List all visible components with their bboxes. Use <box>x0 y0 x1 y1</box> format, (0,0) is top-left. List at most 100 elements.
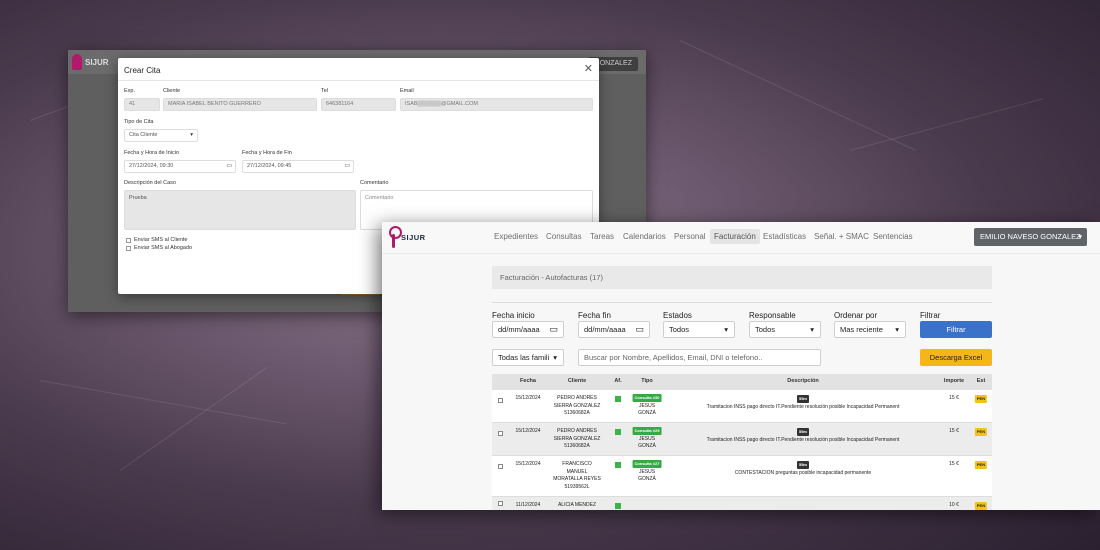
nav-calendarios[interactable]: Calendarios <box>623 232 666 241</box>
cliente-line: 51939562L <box>564 483 590 490</box>
responsable-select[interactable]: Todos <box>749 321 821 338</box>
col-tipo[interactable]: Tipo <box>641 378 653 384</box>
status-badge: PEN <box>974 461 988 469</box>
tel-field[interactable]: 646381164 <box>321 98 396 111</box>
exp-label: Exp. <box>124 88 136 94</box>
fecha-inicio-input[interactable]: 27/12/2024, 09:30 <box>124 160 236 173</box>
col-af[interactable]: Af. <box>614 378 621 384</box>
row-checkbox[interactable] <box>498 431 503 436</box>
fecha-fin-input[interactable]: dd/mm/aaaa <box>578 321 650 338</box>
checkbox-box[interactable] <box>126 245 131 251</box>
top-navbar: SIJUR Expedientes Consultas Tareas Calen… <box>382 222 1100 254</box>
row-checkbox[interactable] <box>498 464 503 469</box>
col-cliente[interactable]: Cliente <box>568 378 586 384</box>
exp-field[interactable]: 41 <box>124 98 160 111</box>
nav-tareas[interactable]: Tareas <box>590 232 614 241</box>
estados-select[interactable]: Todos <box>663 321 735 338</box>
duration-tag: 55m <box>796 395 809 403</box>
tipo-line: GONZÁ <box>638 410 656 416</box>
sms-cliente-checkbox[interactable]: Enviar SMS al Cliente <box>126 237 188 243</box>
tipo-line: GONZÁ <box>638 443 656 449</box>
row-cliente: PEDRO ANDRES SIERRA GONZALEZ 51360682A <box>554 428 601 451</box>
table-row[interactable]: 11/12/2024 ALICIA MENDEZ 10 € PEN <box>492 497 992 510</box>
sijur-logo-icon <box>72 54 82 70</box>
facturas-table: Fecha Cliente Af. Tipo Descripción Impor… <box>492 374 992 510</box>
row-estado: PEN <box>974 502 988 510</box>
nav-sentencias[interactable]: Sentencias <box>873 232 913 241</box>
table-row[interactable]: 15/12/2024 PEDRO ANDRES SIERRA GONZALEZ … <box>492 390 992 423</box>
fecha-fin-input[interactable]: 27/12/2024, 09:45 <box>242 160 354 173</box>
row-fecha: 11/12/2024 <box>515 502 541 508</box>
row-fecha: 15/12/2024 <box>515 395 541 401</box>
estados-label: Estados <box>663 311 692 320</box>
duration-tag: 55m <box>796 461 809 469</box>
cliente-line: PEDRO ANDRES <box>557 395 597 401</box>
descripcion-text: Tramitacion INSS pago directo IT.Pendien… <box>706 403 900 410</box>
responsable-label: Responsable <box>749 311 796 320</box>
col-estado[interactable]: Est <box>977 378 986 384</box>
ordenar-select[interactable]: Mas reciente <box>834 321 906 338</box>
fecha-fin-label: Fecha fin <box>578 311 611 320</box>
user-menu-button[interactable]: EMILIO NAVESO GONZALEZ <box>974 228 1087 246</box>
nav-expedientes[interactable]: Expedientes <box>494 232 538 241</box>
tipo-cita-select[interactable]: Cita Cliente <box>124 129 198 142</box>
fecha-fin-label: Fecha y Hora de Fin <box>242 150 292 156</box>
row-descripcion: 55m Tramitacion INSS pago directo IT.Pen… <box>658 428 948 444</box>
duration-tag: 55m <box>796 428 809 436</box>
tipo-cita-label: Tipo de Cita <box>124 119 154 125</box>
row-estado: PEN <box>974 461 988 470</box>
email-field[interactable]: ISAB▒▒▒▒▒▒@GMAIL.COM <box>400 98 593 111</box>
cliente-label: Cliente <box>163 88 181 94</box>
sijur-logo-icon <box>388 226 402 248</box>
sms-cliente-label: Enviar SMS al Cliente <box>134 237 188 243</box>
filtrar-button[interactable]: Filtrar <box>920 321 992 338</box>
descripcion-textarea[interactable]: Prueba <box>124 190 356 230</box>
cliente-line: MANUEL <box>566 468 588 475</box>
col-importe[interactable]: Importe <box>944 378 964 384</box>
modal-divider <box>118 80 599 81</box>
page-title: Facturación - Autofacturas (17) <box>492 266 992 289</box>
nav-consultas[interactable]: Consultas <box>546 232 582 241</box>
table-row[interactable]: 15/12/2024 FRANCISCO MANUEL MORATALLA RE… <box>492 456 992 497</box>
ordenar-label: Ordenar por <box>834 311 878 320</box>
cliente-line: SIERRA GONZALEZ <box>553 402 601 409</box>
row-checkbox[interactable] <box>498 501 503 506</box>
fecha-inicio-input[interactable]: dd/mm/aaaa <box>492 321 564 338</box>
background-brand: SIJUR <box>85 57 109 67</box>
checkbox-box[interactable] <box>126 237 131 243</box>
table-header: Fecha Cliente Af. Tipo Descripción Impor… <box>492 374 992 390</box>
nav-personal[interactable]: Personal <box>674 232 706 241</box>
af-indicator <box>615 429 621 435</box>
sms-abogado-checkbox[interactable]: Enviar SMS al Abogado <box>126 245 192 251</box>
nav-facturacion[interactable]: Facturación <box>710 229 760 244</box>
cliente-line: PEDRO ANDRES <box>557 428 597 434</box>
cliente-line: SIERRA GONZALEZ <box>553 435 601 442</box>
row-cliente: ALICIA MENDEZ <box>557 502 597 508</box>
logo[interactable]: SIJUR <box>388 226 426 248</box>
familias-select[interactable]: Todas las famili <box>492 349 564 366</box>
cliente-field[interactable]: MARIA ISABEL BENITO GUERRERO <box>163 98 317 111</box>
row-fecha: 15/12/2024 <box>515 461 541 467</box>
table-row[interactable]: 15/12/2024 PEDRO ANDRES SIERRA GONZALEZ … <box>492 423 992 456</box>
descripcion-text: CONTESTACION preguntas posible incapacid… <box>734 469 872 476</box>
tel-label: Tel <box>321 88 329 94</box>
af-indicator <box>615 462 621 468</box>
cliente-line: 51360682A <box>564 443 590 449</box>
row-descripcion: 55m CONTESTACION preguntas posible incap… <box>658 461 948 477</box>
col-fecha[interactable]: Fecha <box>520 378 536 384</box>
nav-estadisticas[interactable]: Estadísticas <box>763 232 806 241</box>
row-checkbox[interactable] <box>498 398 503 403</box>
row-descripcion: 55m Tramitacion INSS pago directo IT.Pen… <box>658 395 948 411</box>
close-icon[interactable]: ✕ <box>584 62 593 75</box>
search-input[interactable]: Buscar por Nombre, Apellidos, Email, DNI… <box>578 349 821 366</box>
nav-senal-smac[interactable]: Señal. + SMAC <box>814 232 869 241</box>
descarga-excel-button[interactable]: Descarga Excel <box>920 349 992 366</box>
cliente-line: MORATALLA REYES <box>553 476 601 482</box>
cliente-line: 51360682A <box>564 410 590 416</box>
col-descripcion[interactable]: Descripción <box>787 378 818 384</box>
fecha-inicio-label: Fecha inicio <box>492 311 535 320</box>
row-importe: 15 € <box>949 395 959 401</box>
email-label: Email <box>400 88 414 94</box>
row-estado: PEN <box>974 395 988 404</box>
sms-abogado-label: Enviar SMS al Abogado <box>134 245 193 251</box>
